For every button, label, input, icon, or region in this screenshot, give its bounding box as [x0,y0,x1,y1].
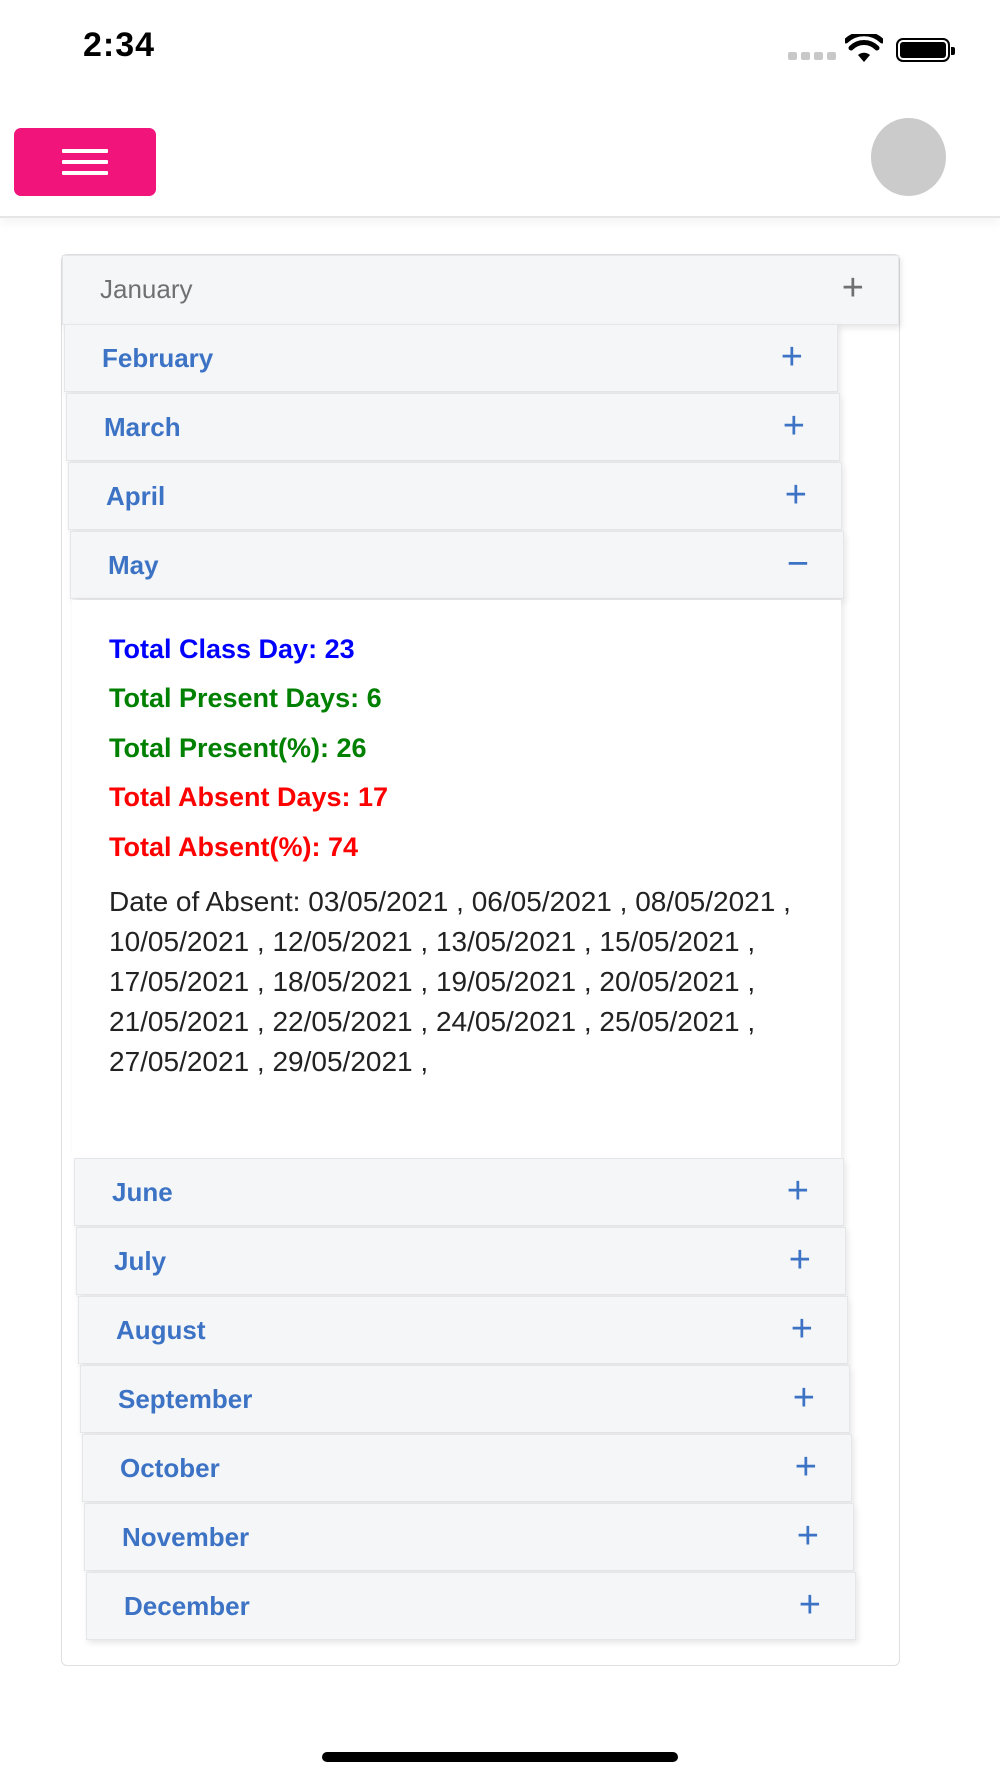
battery-icon [896,38,955,62]
plus-icon[interactable]: + [787,1159,809,1223]
month-label: December [124,1591,250,1621]
month-label: September [118,1384,253,1414]
status-bar: 2:34 [0,0,1000,100]
month-label: January [100,274,193,304]
hamburger-icon [62,149,108,182]
plus-icon[interactable]: + [783,394,805,458]
wifi-icon [845,34,883,62]
month-label: June [112,1177,173,1207]
total-class-day: Total Class Day: 23 [109,634,355,664]
month-label: November [122,1522,250,1552]
month-july[interactable]: July + [76,1227,846,1295]
minus-icon[interactable]: − [787,532,809,596]
month-label: February [102,343,214,373]
app-header [0,100,1000,218]
month-june[interactable]: June + [74,1158,844,1226]
month-may[interactable]: May − [70,531,844,599]
month-august[interactable]: August + [78,1296,848,1364]
may-details-panel: Total Class Day: 23 Total Present Days: … [72,600,841,1160]
avatar[interactable] [871,118,946,196]
total-absent-days: Total Absent Days: 17 [109,782,389,812]
cellular-signal-icon [788,52,836,60]
month-march[interactable]: March + [66,393,840,461]
month-april[interactable]: April + [68,462,842,530]
month-september[interactable]: September + [80,1365,850,1433]
month-label: August [116,1315,206,1345]
month-label: May [108,550,159,580]
month-january[interactable]: January + [62,255,899,325]
menu-button[interactable] [14,128,156,196]
month-label: April [106,481,166,511]
month-november[interactable]: November + [84,1503,854,1571]
status-time: 2:34 [83,26,156,64]
home-indicator [322,1752,678,1762]
plus-icon[interactable]: + [842,256,864,320]
date-of-absent: Date of Absent: 03/05/2021 , 06/05/2021 … [109,886,791,1077]
plus-icon[interactable]: + [799,1573,821,1637]
total-present-days: Total Present Days: 6 [109,683,382,713]
total-absent-percent: Total Absent(%): 74 [109,832,359,862]
plus-icon[interactable]: + [785,463,807,527]
month-label: March [104,412,181,442]
plus-icon[interactable]: + [795,1435,817,1499]
month-october[interactable]: October + [82,1434,852,1502]
month-february[interactable]: February + [64,324,838,392]
plus-icon[interactable]: + [791,1297,813,1361]
plus-icon[interactable]: + [781,325,803,389]
total-present-percent: Total Present(%): 26 [109,733,367,763]
month-label: October [120,1453,220,1483]
plus-icon[interactable]: + [789,1228,811,1292]
month-december[interactable]: December + [86,1572,856,1640]
plus-icon[interactable]: + [793,1366,815,1430]
plus-icon[interactable]: + [797,1504,819,1568]
month-label: July [114,1246,167,1276]
